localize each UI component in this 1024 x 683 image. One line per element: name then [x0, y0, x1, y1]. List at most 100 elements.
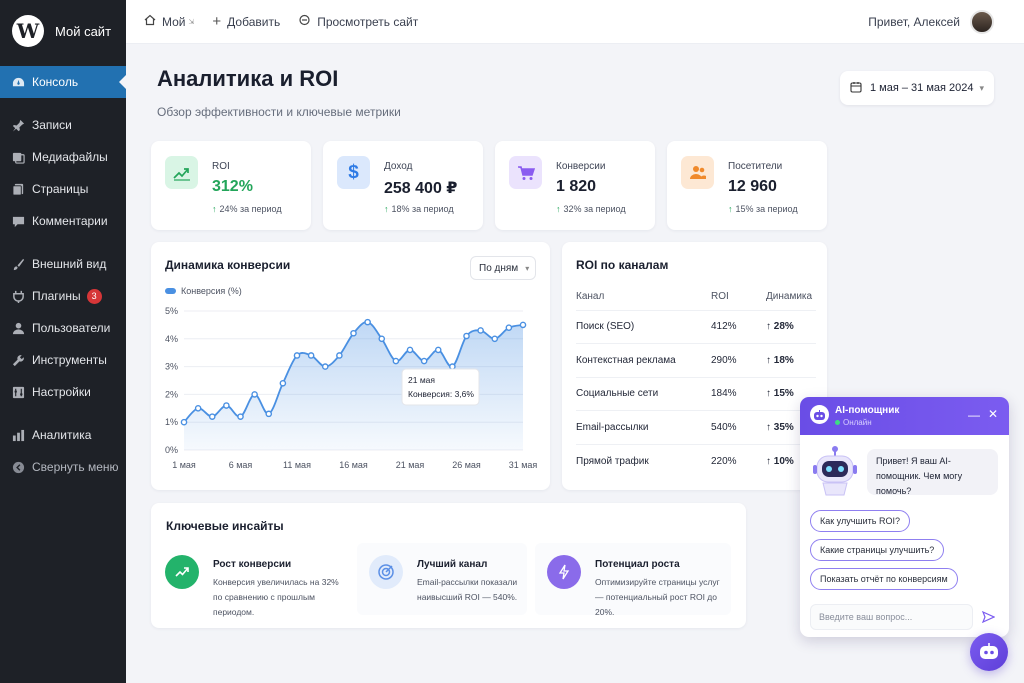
date-range-picker[interactable]: 1 мая – 31 мая 2024 ▾	[840, 71, 994, 105]
brand[interactable]: W Мой сайт	[0, 0, 126, 62]
chart-title: Динамика конверсии	[165, 258, 291, 272]
insight-text: Email-рассылки показали наивысший ROI — …	[417, 577, 518, 602]
data-point	[449, 363, 456, 370]
robot-avatar-icon	[813, 446, 857, 496]
brush-icon	[11, 257, 25, 271]
x-tick-label: 11 мая	[283, 460, 311, 470]
sidebar-item-console[interactable]: Консоль	[0, 66, 126, 98]
legend-label: Конверсия (%)	[181, 286, 242, 296]
send-icon[interactable]	[978, 607, 998, 627]
data-point	[477, 327, 484, 334]
chevron-down-icon: ▾	[525, 263, 530, 273]
table-row[interactable]: Email-рассылки 540% ↑ 35%	[576, 410, 816, 444]
y-tick-label: 5%	[165, 306, 178, 316]
site-name[interactable]: Мой сайт	[55, 24, 111, 39]
kpi-card-conversions: Конверсии 1 820 ↑ 32% за период	[495, 141, 655, 230]
page-title: Аналитика и ROI	[157, 66, 339, 91]
suggestion-chip-report[interactable]: Показать отчёт по конверсиям	[810, 568, 958, 590]
sidebar-item-plugins[interactable]: Плагины 3	[0, 280, 126, 312]
close-icon[interactable]: ✕	[988, 407, 998, 421]
sidebar-item-pages[interactable]: Страницы	[0, 173, 126, 205]
x-tick-label: 21 мая	[396, 460, 425, 470]
column-header: Динамика	[766, 291, 813, 303]
table-row[interactable]: Поиск (SEO) 412% ↑ 28%	[576, 309, 816, 344]
sidebar-item-label: Плагины	[32, 289, 81, 303]
data-point	[519, 321, 527, 329]
sidebar-item-analytics[interactable]: Аналитика	[0, 419, 126, 451]
analytics-icon	[11, 428, 25, 442]
home-label: Мой	[162, 14, 186, 29]
sidebar-item-label: Настройки	[32, 385, 91, 399]
robot-icon	[980, 643, 998, 659]
insight-heading: Рост конверсии	[213, 559, 292, 570]
roi-cell: 184%	[711, 376, 766, 411]
x-tick-label: 1 мая	[172, 460, 196, 470]
roi-cell: 412%	[711, 309, 766, 344]
data-point	[491, 335, 499, 343]
data-point	[420, 357, 428, 365]
comments-icon	[11, 214, 25, 228]
ai-chat-launcher-button[interactable]	[970, 633, 1008, 671]
sidebar-item-collapse[interactable]: Свернуть меню	[0, 451, 126, 483]
suggestion-chip-pages[interactable]: Какие страницы улучшить?	[810, 539, 945, 561]
pages-icon	[11, 182, 25, 196]
x-tick-label: 31 мая	[509, 460, 538, 470]
kpi-value: 1 820	[556, 178, 597, 195]
trend-cell: ↑ 18%	[766, 343, 816, 377]
wordpress-logo-icon[interactable]: W	[12, 15, 44, 47]
add-label: Добавить	[227, 14, 281, 29]
y-tick-label: 4%	[165, 334, 178, 344]
arrow-up-icon: ↑	[556, 204, 561, 214]
sidebar-item-settings[interactable]: Настройки	[0, 376, 126, 408]
menu-separator	[0, 237, 126, 248]
data-point	[350, 329, 357, 337]
home-link[interactable]: Мой ⇲	[144, 14, 194, 29]
minimize-icon[interactable]: —	[968, 408, 980, 422]
target-icon	[369, 555, 403, 589]
channel-cell: Поиск (SEO)	[576, 309, 711, 344]
collapse-icon	[11, 460, 25, 474]
insight-growth-potential: Потенциал роста Оптимизируйте страницы у…	[535, 543, 731, 617]
avatar[interactable]	[970, 9, 994, 34]
chevron-down-icon: ▾	[979, 82, 984, 93]
y-tick-label: 0%	[165, 445, 178, 455]
plugins-update-badge: 3	[86, 288, 102, 304]
table-row[interactable]: Прямой трафик 220% ↑ 10%	[576, 443, 816, 478]
roi-table: Канал ROI Динамика Поиск (SEO) 412% ↑ 28…	[576, 290, 816, 478]
suggestion-chip-roi[interactable]: Как улучшить ROI?	[810, 510, 910, 532]
x-tick-label: 26 мая	[452, 460, 481, 470]
period-select[interactable]: По дням ▾	[470, 256, 536, 280]
ai-question-input[interactable]: Введите ваш вопрос...	[810, 604, 973, 630]
data-point	[406, 346, 414, 354]
kpi-delta: ↑ 18% за период	[384, 204, 454, 214]
ai-panel-header: AI-помощник Онлайн — ✕	[800, 397, 1009, 435]
kpi-label: Доход	[384, 161, 413, 172]
data-point	[505, 324, 513, 331]
sidebar-item-comments[interactable]: Комментарии	[0, 205, 126, 237]
sidebar-item-appearance[interactable]: Внешний вид	[0, 248, 126, 280]
add-new-button[interactable]: + Добавить	[212, 13, 280, 30]
table-row[interactable]: Социальные сети 184% ↑ 15%	[576, 376, 816, 411]
admin-sidebar: W Мой сайт Консоль Записи Медиафайлы Стр…	[0, 0, 126, 683]
table-row[interactable]: Контекстная реклама 290% ↑ 18%	[576, 343, 816, 377]
sidebar-item-users[interactable]: Пользователи	[0, 312, 126, 344]
robot-icon	[810, 405, 829, 424]
sidebar-item-posts[interactable]: Записи	[0, 109, 126, 141]
view-site-link[interactable]: Просмотреть сайт	[298, 14, 418, 29]
kpi-value: 258 400 ₽	[384, 180, 458, 197]
insights-title: Ключевые инсайты	[166, 519, 284, 533]
online-dot	[835, 420, 840, 425]
table-header-row: Канал ROI Динамика	[576, 290, 816, 310]
users-icon	[681, 156, 714, 189]
settings-icon	[11, 385, 25, 399]
kpi-card-visitors: Посетители 12 960 ↑ 15% за период	[667, 141, 827, 230]
sidebar-item-media[interactable]: Медиафайлы	[0, 141, 126, 173]
column-header: Канал	[576, 291, 605, 303]
sidebar-item-tools[interactable]: Инструменты	[0, 344, 126, 376]
sidebar-item-label: Свернуть меню	[32, 460, 119, 474]
data-point	[208, 413, 216, 420]
roi-cell: 290%	[711, 343, 766, 377]
wrench-icon	[11, 353, 25, 367]
user-menu[interactable]: Привет, Алексей	[868, 9, 994, 34]
ai-name: AI-помощник	[835, 405, 900, 416]
